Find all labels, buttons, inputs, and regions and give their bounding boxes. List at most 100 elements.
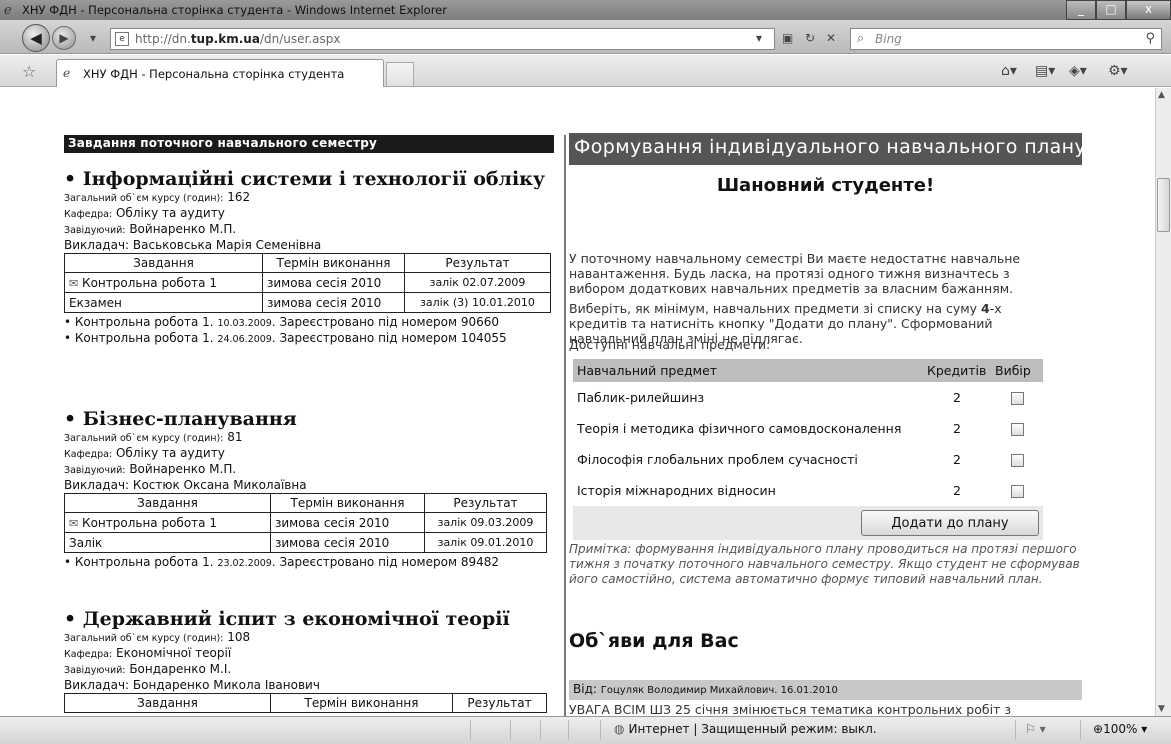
course-department: Кафедра: Економічної теорії	[64, 646, 232, 660]
column-header: Результат	[404, 253, 551, 273]
subject-name: Історія міжнародних відносин	[573, 475, 923, 506]
search-icon[interactable]: ⚲	[1145, 31, 1155, 46]
scroll-up-icon[interactable]: ▲	[1158, 90, 1165, 100]
status-separator	[600, 720, 601, 740]
add-plan-row: Додати до плану	[573, 506, 1043, 540]
column-header: Вибір	[991, 359, 1043, 382]
result-cell: залік 09.03.2009	[424, 512, 547, 533]
subjects-table: Навчальний предмет Кредитів Вибір Паблик…	[573, 359, 1043, 506]
plan-header: Формування індивідуального навчального п…	[569, 133, 1086, 165]
column-header: Завдання	[64, 693, 271, 713]
maximize-button[interactable]: □	[1096, 0, 1126, 20]
subject-checkbox-cell	[991, 475, 1043, 506]
table-row: ✉ Контрольна робота 1 зимова сесія 2010 …	[64, 272, 551, 293]
table-row: ✉ Контрольна робота 1 зимова сесія 2010 …	[64, 512, 547, 533]
security-zone[interactable]: ◍ Интернет | Защищенный режим: выкл.	[614, 722, 877, 736]
subject-checkbox-cell	[991, 382, 1043, 413]
status-separator	[540, 720, 541, 740]
column-header: Термін виконання	[262, 253, 405, 273]
task-cell[interactable]: ✉ Контрольна робота 1	[64, 272, 263, 293]
term-cell: зимова сесія 2010	[270, 512, 425, 533]
back-button[interactable]: ◀	[22, 24, 50, 52]
subject-checkbox[interactable]	[1010, 423, 1024, 436]
subject-checkbox-cell	[991, 413, 1043, 444]
feeds-icon[interactable]: ▤▾	[1035, 63, 1055, 79]
add-to-plan-button[interactable]: Додати до плану	[861, 510, 1039, 536]
forward-arrow-icon: ▶	[59, 31, 69, 45]
window-title-bar: ℯ ХНУ ФДН - Персональна сторінка студент…	[0, 0, 1171, 20]
course-teacher: Викладач: Костюк Оксана Миколаївна	[64, 478, 307, 492]
favorites-star-icon[interactable]: ☆	[22, 62, 36, 81]
course-department: Кафедра: Обліку та аудиту	[64, 446, 225, 460]
column-header: Результат	[452, 693, 547, 713]
tools-gear-icon[interactable]: ⚙▾	[1108, 63, 1128, 79]
result-cell: залік (3) 10.01.2010	[404, 292, 551, 313]
page-content: Завдання поточного навчального семестру …	[0, 88, 1155, 716]
address-url[interactable]: http://dn.tup.km.ua/dn/user.aspx	[135, 32, 340, 46]
forward-button[interactable]: ▶	[52, 26, 76, 50]
address-dropdown-icon[interactable]: ▾	[756, 31, 762, 45]
stop-icon[interactable]: ✕	[826, 31, 836, 45]
term-cell: зимова сесія 2010	[270, 532, 425, 553]
task-cell: Залік	[64, 532, 271, 553]
tasks-table: Завдання Термін виконання Результат ✉ Ко…	[64, 493, 547, 553]
subject-checkbox[interactable]	[1010, 392, 1024, 405]
status-separator	[1015, 720, 1016, 740]
column-header: Кредитів	[923, 359, 991, 382]
course-volume: Загальний об`єм курсу (годин): 81	[64, 430, 243, 444]
subject-credits: 2	[923, 444, 991, 475]
available-subjects-label: Доступні навчальні предмети:	[569, 337, 771, 352]
course-head: Завідуючий: Бондаренко М.І.	[64, 662, 232, 676]
status-separator	[470, 720, 471, 740]
page-icon: e	[115, 32, 129, 46]
column-header: Термін виконання	[270, 693, 453, 713]
zoom-icon: ⊕	[1093, 722, 1104, 736]
column-header: Результат	[424, 493, 547, 513]
subject-credits: 2	[923, 413, 991, 444]
subject-name: Теорія і методика фізичного самовдоскона…	[573, 413, 923, 444]
load-notice: У поточному навчальному семестрі Ви маєт…	[569, 251, 1021, 296]
history-dropdown-icon[interactable]: ▾	[90, 31, 96, 45]
search-box[interactable]: ⌕ Bing ⚲	[850, 28, 1162, 50]
safety-icon[interactable]: ◈▾	[1069, 63, 1087, 79]
submission-note: • Контрольна робота 1. 10.03.2009. Зареє…	[64, 315, 499, 329]
plan-remark: Примітка: формування індивідуального пла…	[569, 542, 1080, 586]
course-block: • Інформаційні системи і технології облі…	[64, 168, 564, 347]
course-head: Завідуючий: Войнаренко М.П.	[64, 222, 237, 236]
status-bar	[0, 716, 1171, 744]
tab-active[interactable]: ℯ ХНУ ФДН - Персональна сторінка студент…	[56, 59, 384, 87]
task-cell[interactable]: ✉ Контрольна робота 1	[64, 512, 271, 533]
scrollbar-thumb[interactable]	[1157, 178, 1170, 232]
refresh-icon[interactable]: ↻	[805, 31, 815, 45]
column-divider	[564, 135, 566, 716]
tasks-table: Завдання Термін виконання Результат	[64, 693, 547, 713]
tab-title: ХНУ ФДН - Персональна сторінка студента	[83, 67, 345, 81]
tab-page-icon: ℯ	[63, 66, 71, 80]
table-header-row: Завдання Термін виконання Результат	[64, 253, 551, 273]
search-input[interactable]: Bing	[875, 32, 902, 46]
table-row: Філософія глобальних проблем сучасності …	[573, 444, 1043, 475]
subject-checkbox[interactable]	[1010, 485, 1024, 498]
new-tab-button[interactable]	[386, 62, 414, 86]
subject-checkbox[interactable]	[1010, 454, 1024, 467]
zoom-level[interactable]: ⊕100% ▾	[1093, 722, 1147, 736]
compatibility-icon[interactable]: ▣	[782, 31, 793, 45]
tasks-table: Завдання Термін виконання Результат ✉ Ко…	[64, 253, 551, 313]
vertical-scrollbar[interactable]: ▲ ▼	[1155, 88, 1171, 716]
course-title: • Інформаційні системи і технології облі…	[64, 168, 546, 190]
subject-credits: 2	[923, 382, 991, 413]
address-bar[interactable]: e http://dn.tup.km.ua/dn/user.aspx	[110, 28, 775, 50]
mail-icon: ✉	[69, 516, 79, 530]
course-volume: Загальний об`єм курсу (годин): 162	[64, 190, 251, 204]
ad-text: УВАГА ВСІМ ШЗ 25 січня змінюється темати…	[569, 702, 1011, 716]
table-row: Екзамен зимова сесія 2010 залік (3) 10.0…	[64, 292, 551, 313]
column-header: Навчальний предмет	[573, 359, 923, 382]
status-separator	[568, 720, 569, 740]
greeting: Шановний студенте!	[716, 175, 935, 196]
close-window-button[interactable]: x	[1126, 0, 1171, 20]
window-title: ХНУ ФДН - Персональна сторінка студента …	[22, 3, 447, 17]
home-icon[interactable]: ⌂▾	[1001, 63, 1017, 79]
scroll-down-icon[interactable]: ▼	[1158, 704, 1165, 714]
protected-mode-icon[interactable]: ⚐ ▾	[1025, 722, 1046, 736]
minimize-button[interactable]: _	[1066, 0, 1096, 20]
